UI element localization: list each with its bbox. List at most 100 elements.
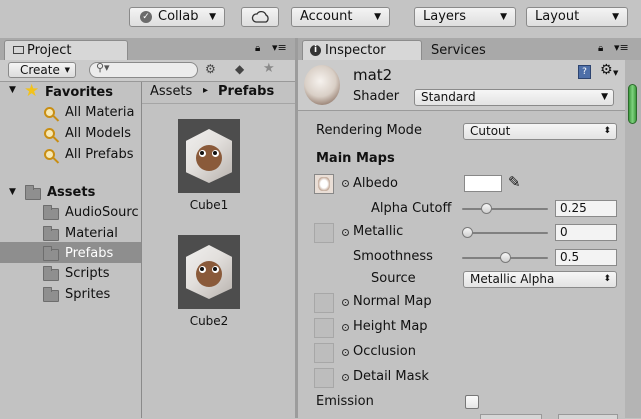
favorites-star-icon: ★ (24, 81, 40, 101)
texture-picker-icon[interactable] (342, 349, 349, 356)
asset-label-cube1[interactable]: Cube1 (164, 198, 254, 212)
tree-item-all-models[interactable]: All Models (65, 125, 141, 143)
check-circle-icon: ✓ (140, 11, 152, 23)
shader-value: Standard (421, 90, 476, 104)
chevron-down-icon: ▼ (64, 66, 70, 74)
asset-thumbnail-cube1[interactable] (178, 119, 240, 193)
collab-label: Collab (158, 9, 199, 24)
collab-button[interactable]: ✓ Collab ▼ (129, 7, 225, 27)
tree-assets[interactable]: Assets (47, 184, 141, 202)
clipped-field (480, 414, 542, 419)
inspector-scrollbar[interactable] (625, 60, 641, 418)
filter-by-label-icon[interactable]: ◆ (235, 62, 244, 76)
texture-picker-icon[interactable] (342, 324, 349, 331)
normal-map-texture-slot[interactable] (314, 293, 334, 313)
breadcrumb: Assets ▸ Prefabs (142, 82, 295, 104)
alpha-cutoff-slider-track[interactable] (462, 208, 548, 210)
occlusion-texture-slot[interactable] (314, 343, 334, 363)
tree-favorites[interactable]: Favorites (45, 84, 141, 102)
asset-thumbnail-cube2[interactable] (178, 235, 240, 309)
filter-by-type-icon[interactable]: ⚙ (205, 62, 216, 76)
metallic-texture-slot[interactable] (314, 223, 334, 243)
albedo-color-swatch[interactable] (464, 175, 502, 192)
smoothness-slider-thumb[interactable] (499, 252, 511, 263)
height-map-texture-slot[interactable] (314, 318, 334, 338)
folder-tab-icon (13, 46, 24, 54)
assets-label: Assets (47, 185, 96, 200)
material-preview-icon (304, 65, 340, 105)
expand-arrow-icon[interactable]: ▼ (9, 85, 16, 95)
folder-icon (43, 266, 59, 281)
alpha-cutoff-slider-thumb[interactable] (480, 203, 492, 214)
help-book-icon[interactable]: ? (578, 65, 591, 79)
chevron-down-icon: ▼ (613, 69, 619, 77)
search-input[interactable]: ⚲▾ (89, 61, 198, 78)
breadcrumb-prefabs[interactable]: Prefabs (218, 84, 274, 99)
tree-folder-audiosource[interactable]: AudioSourc (65, 204, 141, 222)
source-label: Source (371, 271, 416, 286)
asset-label-cube2[interactable]: Cube2 (164, 314, 254, 328)
shader-dropdown[interactable]: Standard ▼ (414, 89, 614, 106)
tab-inspector[interactable]: i Inspector (302, 40, 422, 60)
metallic-label: Metallic (353, 224, 404, 239)
rendering-mode-value: Cutout (470, 124, 511, 138)
main-maps-heading: Main Maps (316, 151, 395, 166)
main-toolbar: ✓ Collab ▼ Account ▼ Layers ▼ Layout ▼ (0, 0, 641, 38)
folder-icon (25, 185, 41, 200)
texture-picker-icon[interactable] (342, 229, 349, 236)
albedo-texture-slot[interactable] (314, 174, 334, 194)
expand-arrow-icon[interactable]: ▼ (9, 187, 16, 197)
height-map-label: Height Map (353, 319, 428, 334)
occlusion-label: Occlusion (353, 344, 416, 359)
search-icon (44, 149, 55, 160)
panel-menu-icon[interactable]: ▾≡ (614, 41, 629, 54)
smoothness-field[interactable]: 0.5 (555, 249, 617, 266)
layers-dropdown[interactable]: Layers ▼ (414, 7, 516, 27)
lock-icon[interactable]: 🔒︎ (598, 43, 603, 54)
source-dropdown[interactable]: Metallic Alpha ⬍ (463, 271, 617, 288)
updown-arrow-icon: ⬍ (603, 274, 611, 284)
eyedropper-icon[interactable]: ✎ (508, 173, 521, 191)
search-icon (44, 128, 55, 139)
tree-folder-material[interactable]: Material (65, 225, 141, 243)
texture-picker-icon[interactable] (342, 374, 349, 381)
account-dropdown[interactable]: Account ▼ (291, 7, 390, 27)
layout-label: Layout (535, 9, 580, 24)
metallic-slider-track[interactable] (462, 232, 548, 234)
favorites-label: Favorites (45, 85, 113, 100)
breadcrumb-assets[interactable]: Assets (150, 84, 192, 99)
favorite-star-icon[interactable]: ★ (263, 61, 275, 76)
tree-item-all-prefabs[interactable]: All Prefabs (65, 146, 141, 164)
tree-folder-scripts[interactable]: Scripts (65, 265, 141, 283)
scrollbar-thumb[interactable] (628, 84, 637, 124)
folder-icon (43, 226, 59, 241)
alpha-cutoff-field[interactable]: 0.25 (555, 200, 617, 217)
texture-picker-icon[interactable] (342, 180, 349, 187)
tab-inspector-label: Inspector (325, 43, 386, 58)
material-name: mat2 (353, 66, 393, 84)
metallic-field[interactable]: 0 (555, 224, 617, 241)
gear-icon[interactable]: ⚙ (600, 62, 613, 78)
lock-icon[interactable]: 🔒︎ (255, 43, 260, 54)
chevron-down-icon: ▼ (209, 12, 216, 22)
texture-picker-icon[interactable] (342, 299, 349, 306)
tree-item-all-materials[interactable]: All Materia (65, 104, 141, 122)
detail-mask-texture-slot[interactable] (314, 368, 334, 388)
panel-menu-icon[interactable]: ▾≡ (272, 41, 287, 54)
tree-folder-prefabs[interactable]: Prefabs (65, 245, 141, 263)
source-value: Metallic Alpha (470, 272, 555, 286)
tab-services[interactable]: Services (424, 40, 524, 60)
metallic-slider-thumb[interactable] (462, 227, 473, 238)
cloud-button[interactable] (241, 7, 279, 27)
project-toolbar: Create ▼ ⚲▾ ⚙ ◆ ★ (0, 60, 295, 82)
layout-dropdown[interactable]: Layout ▼ (526, 7, 628, 27)
create-button[interactable]: Create ▼ (8, 62, 76, 78)
tab-project[interactable]: Project (4, 40, 128, 60)
chevron-down-icon: ▼ (612, 12, 619, 22)
inspector-panel: i Inspector Services 🔒︎ ▾≡ mat2 Shader S… (298, 38, 641, 419)
tree-folder-sprites[interactable]: Sprites (65, 286, 141, 304)
emission-checkbox[interactable] (465, 395, 479, 409)
normal-map-label: Normal Map (353, 294, 432, 309)
rendering-mode-dropdown[interactable]: Cutout ⬍ (463, 123, 617, 140)
cloud-icon (251, 10, 271, 29)
